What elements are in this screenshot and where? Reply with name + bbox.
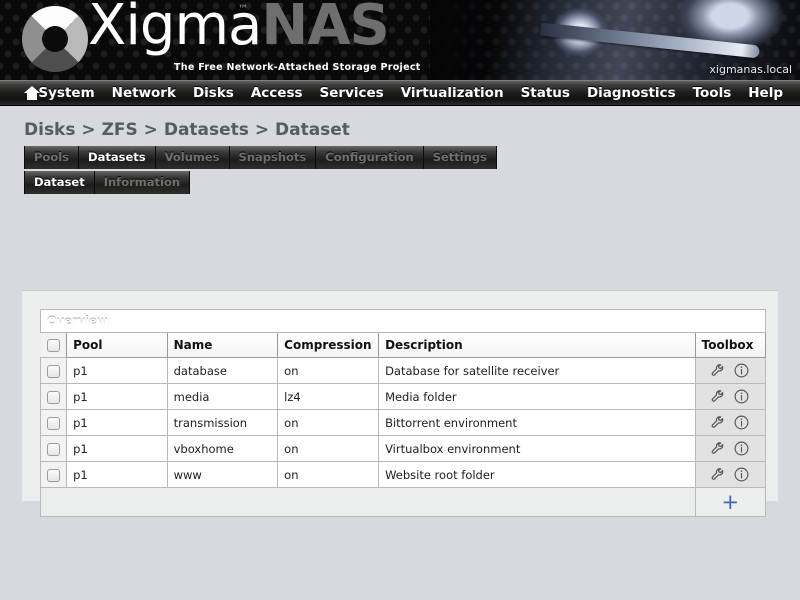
cell-name: vboxhome	[166, 435, 279, 462]
table-row: p1 transmission on Bittorrent environmen…	[39, 409, 767, 436]
site-header: XigmaNAS ™ The Free Network-Attached Sto…	[0, 0, 800, 80]
primary-tab-row: Pools Datasets Volumes Snapshots Configu…	[0, 146, 800, 169]
row-checkbox[interactable]	[47, 416, 61, 430]
cell-description: Website root folder	[378, 461, 696, 488]
wrench-icon[interactable]	[710, 388, 727, 405]
tab-dataset[interactable]: Dataset	[24, 171, 95, 194]
tab-snapshots[interactable]: Snapshots	[229, 146, 317, 169]
logo-primary-text: Xigma	[88, 0, 262, 58]
nav-item-tools[interactable]: Tools	[693, 85, 732, 101]
info-icon[interactable]	[733, 362, 750, 379]
breadcrumb: Disks > ZFS > Datasets > Dataset	[24, 120, 350, 140]
cell-name: media	[166, 383, 279, 410]
cell-description: Virtualbox environment	[378, 435, 696, 462]
cell-pool: p1	[66, 383, 168, 410]
column-header-description: Description	[378, 332, 696, 358]
table-row: p1 database on Database for satellite re…	[39, 357, 767, 384]
info-icon[interactable]	[733, 388, 750, 405]
tab-settings[interactable]: Settings	[423, 146, 498, 169]
row-select-cell	[39, 461, 68, 488]
xigmanas-logo-icon	[22, 6, 88, 72]
wrench-icon[interactable]	[710, 440, 727, 457]
cell-name: www	[166, 461, 279, 488]
tab-pools[interactable]: Pools	[24, 146, 80, 169]
page-body: Disks > ZFS > Datasets > Dataset Pools D…	[0, 106, 800, 600]
cell-description: Bittorrent environment	[378, 409, 696, 436]
logo-secondary-text: NAS	[261, 0, 390, 58]
tab-information[interactable]: Information	[94, 171, 191, 194]
table-footer-row: +	[40, 487, 767, 517]
cell-compression: on	[277, 435, 380, 462]
nav-item-help[interactable]: Help	[748, 85, 783, 101]
hostname-label: xigmanas.local	[709, 63, 792, 76]
nav-item-diagnostics[interactable]: Diagnostics	[587, 85, 676, 101]
table-title-row: Overview	[40, 309, 766, 333]
cell-description: Media folder	[378, 383, 696, 410]
info-icon[interactable]	[733, 414, 750, 431]
cell-description: Database for satellite receiver	[378, 357, 696, 384]
row-select-cell	[39, 435, 68, 462]
cell-name: transmission	[166, 409, 279, 436]
cell-toolbox	[694, 383, 767, 410]
cell-toolbox	[694, 461, 767, 488]
column-header-pool: Pool	[66, 332, 168, 358]
cell-toolbox	[694, 435, 767, 462]
cell-compression: on	[277, 461, 380, 488]
row-select-cell	[39, 383, 68, 410]
cell-name: database	[166, 357, 279, 384]
cell-compression: on	[277, 357, 380, 384]
nav-item-disks[interactable]: Disks	[193, 85, 234, 101]
nav-item-virtualization[interactable]: Virtualization	[401, 85, 504, 101]
tab-volumes[interactable]: Volumes	[155, 146, 230, 169]
info-icon[interactable]	[733, 466, 750, 483]
cell-pool: p1	[66, 409, 168, 436]
nav-item-services[interactable]: Services	[320, 85, 384, 101]
row-select-cell	[39, 409, 68, 436]
datasets-overview-table: Overview Pool Name Compression Descripti…	[39, 309, 767, 517]
nav-item-status[interactable]: Status	[521, 85, 570, 101]
table-footer-spacer	[40, 487, 696, 517]
logo-tagline: The Free Network-Attached Storage Projec…	[174, 62, 421, 73]
nav-item-network[interactable]: Network	[112, 85, 176, 101]
cell-pool: p1	[66, 461, 168, 488]
cell-toolbox	[694, 409, 767, 436]
trademark-symbol: ™	[238, 4, 248, 15]
select-all-checkbox[interactable]	[46, 339, 60, 352]
wrench-icon[interactable]	[710, 414, 727, 431]
nav-item-access[interactable]: Access	[251, 85, 303, 101]
table-header-row: Pool Name Compression Description Toolbo…	[40, 332, 767, 358]
add-icon[interactable]: +	[722, 490, 740, 514]
column-header-name: Name	[166, 332, 279, 358]
add-dataset-cell[interactable]: +	[694, 487, 767, 517]
select-all-header	[40, 332, 67, 358]
table-row: p1 www on Website root folder	[39, 461, 767, 488]
tab-configuration[interactable]: Configuration	[316, 146, 424, 169]
wrench-icon[interactable]	[710, 466, 727, 483]
info-icon[interactable]	[733, 440, 750, 457]
table-row: p1 vboxhome on Virtualbox environment	[39, 435, 767, 462]
secondary-tab-row: Dataset Information	[0, 171, 800, 194]
cell-pool: p1	[66, 435, 168, 462]
table-row: p1 media lz4 Media folder	[39, 383, 767, 410]
main-navigation-bar: System Network Disks Access Services Vir…	[0, 80, 800, 106]
row-checkbox[interactable]	[47, 468, 61, 482]
cell-compression: lz4	[277, 383, 380, 410]
nav-item-system[interactable]: System	[38, 85, 94, 101]
column-header-toolbox: Toolbox	[694, 332, 767, 358]
content-panel: Overview Pool Name Compression Descripti…	[22, 290, 778, 517]
overview-title: Overview	[40, 309, 766, 333]
row-checkbox[interactable]	[47, 442, 61, 456]
cell-compression: on	[277, 409, 380, 436]
row-checkbox[interactable]	[47, 390, 61, 404]
row-checkbox[interactable]	[47, 364, 61, 378]
wrench-icon[interactable]	[710, 362, 727, 379]
cell-toolbox	[694, 357, 767, 384]
row-select-cell	[39, 357, 68, 384]
tab-datasets[interactable]: Datasets	[79, 146, 156, 169]
cell-pool: p1	[66, 357, 168, 384]
column-header-compression: Compression	[277, 332, 380, 358]
